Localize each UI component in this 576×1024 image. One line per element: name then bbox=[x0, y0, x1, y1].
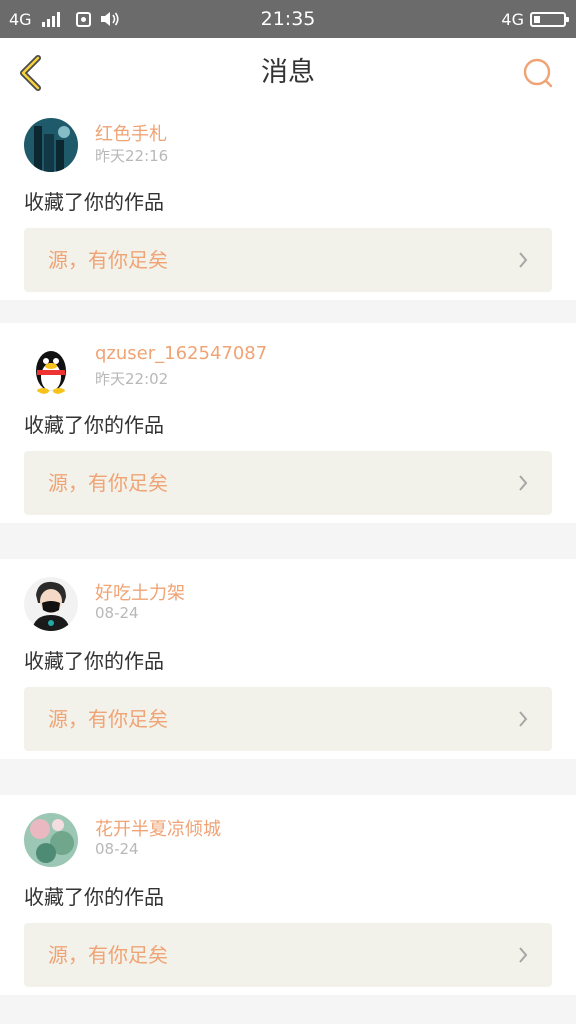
masked-person-avatar[interactable] bbox=[24, 577, 78, 631]
status-right: 4G bbox=[501, 0, 569, 38]
network-label-right: 4G bbox=[501, 9, 524, 29]
username[interactable]: 花开半夏凉倾城 bbox=[95, 815, 221, 841]
action-text: 收藏了你的作品 bbox=[24, 413, 164, 437]
battery-icon bbox=[530, 11, 569, 27]
chevron-right-icon bbox=[519, 252, 528, 268]
status-time: 21:35 bbox=[260, 8, 316, 30]
work-link[interactable]: 源，有你足矣 bbox=[24, 687, 552, 751]
action-text: 收藏了你的作品 bbox=[24, 649, 164, 673]
timestamp: 08-24 bbox=[95, 840, 139, 858]
search-icon[interactable] bbox=[522, 57, 554, 89]
page-title: 消息 bbox=[261, 57, 315, 88]
work-title: 源，有你足矣 bbox=[48, 707, 168, 731]
work-title: 源，有你足矣 bbox=[48, 248, 168, 272]
work-title: 源，有你足矣 bbox=[48, 471, 168, 495]
message-card: qzuser_162547087 昨天22:02 收藏了你的作品 源，有你足矣 bbox=[0, 323, 576, 523]
message-card: 花开半夏凉倾城 08-24 收藏了你的作品 源，有你足矣 bbox=[0, 795, 576, 995]
work-link[interactable]: 源，有你足矣 bbox=[24, 228, 552, 292]
action-text: 收藏了你的作品 bbox=[24, 190, 164, 214]
work-title: 源，有你足矣 bbox=[48, 943, 168, 967]
chevron-right-icon bbox=[519, 475, 528, 491]
city-night-avatar[interactable] bbox=[24, 118, 78, 172]
username[interactable]: 红色手札 bbox=[95, 120, 167, 146]
timestamp: 08-24 bbox=[95, 604, 139, 622]
status-bar: 4G 21:35 4G bbox=[0, 0, 576, 38]
work-link[interactable]: 源，有你足矣 bbox=[24, 451, 552, 515]
penguin-avatar[interactable] bbox=[24, 341, 78, 395]
floral-avatar[interactable] bbox=[24, 813, 78, 867]
chevron-right-icon bbox=[519, 711, 528, 727]
work-link[interactable]: 源，有你足矣 bbox=[24, 923, 552, 987]
action-text: 收藏了你的作品 bbox=[24, 885, 164, 909]
message-card: 好吃土力架 08-24 收藏了你的作品 源，有你足矣 bbox=[0, 559, 576, 759]
timestamp: 昨天22:02 bbox=[95, 370, 169, 388]
timestamp: 昨天22:16 bbox=[95, 147, 169, 165]
chevron-right-icon bbox=[519, 947, 528, 963]
username[interactable]: 好吃土力架 bbox=[95, 579, 185, 605]
header: 消息 bbox=[0, 38, 576, 108]
message-card: 红色手札 昨天22:16 收藏了你的作品 源，有你足矣 bbox=[0, 100, 576, 300]
username[interactable]: qzuser_162547087 bbox=[95, 343, 267, 364]
